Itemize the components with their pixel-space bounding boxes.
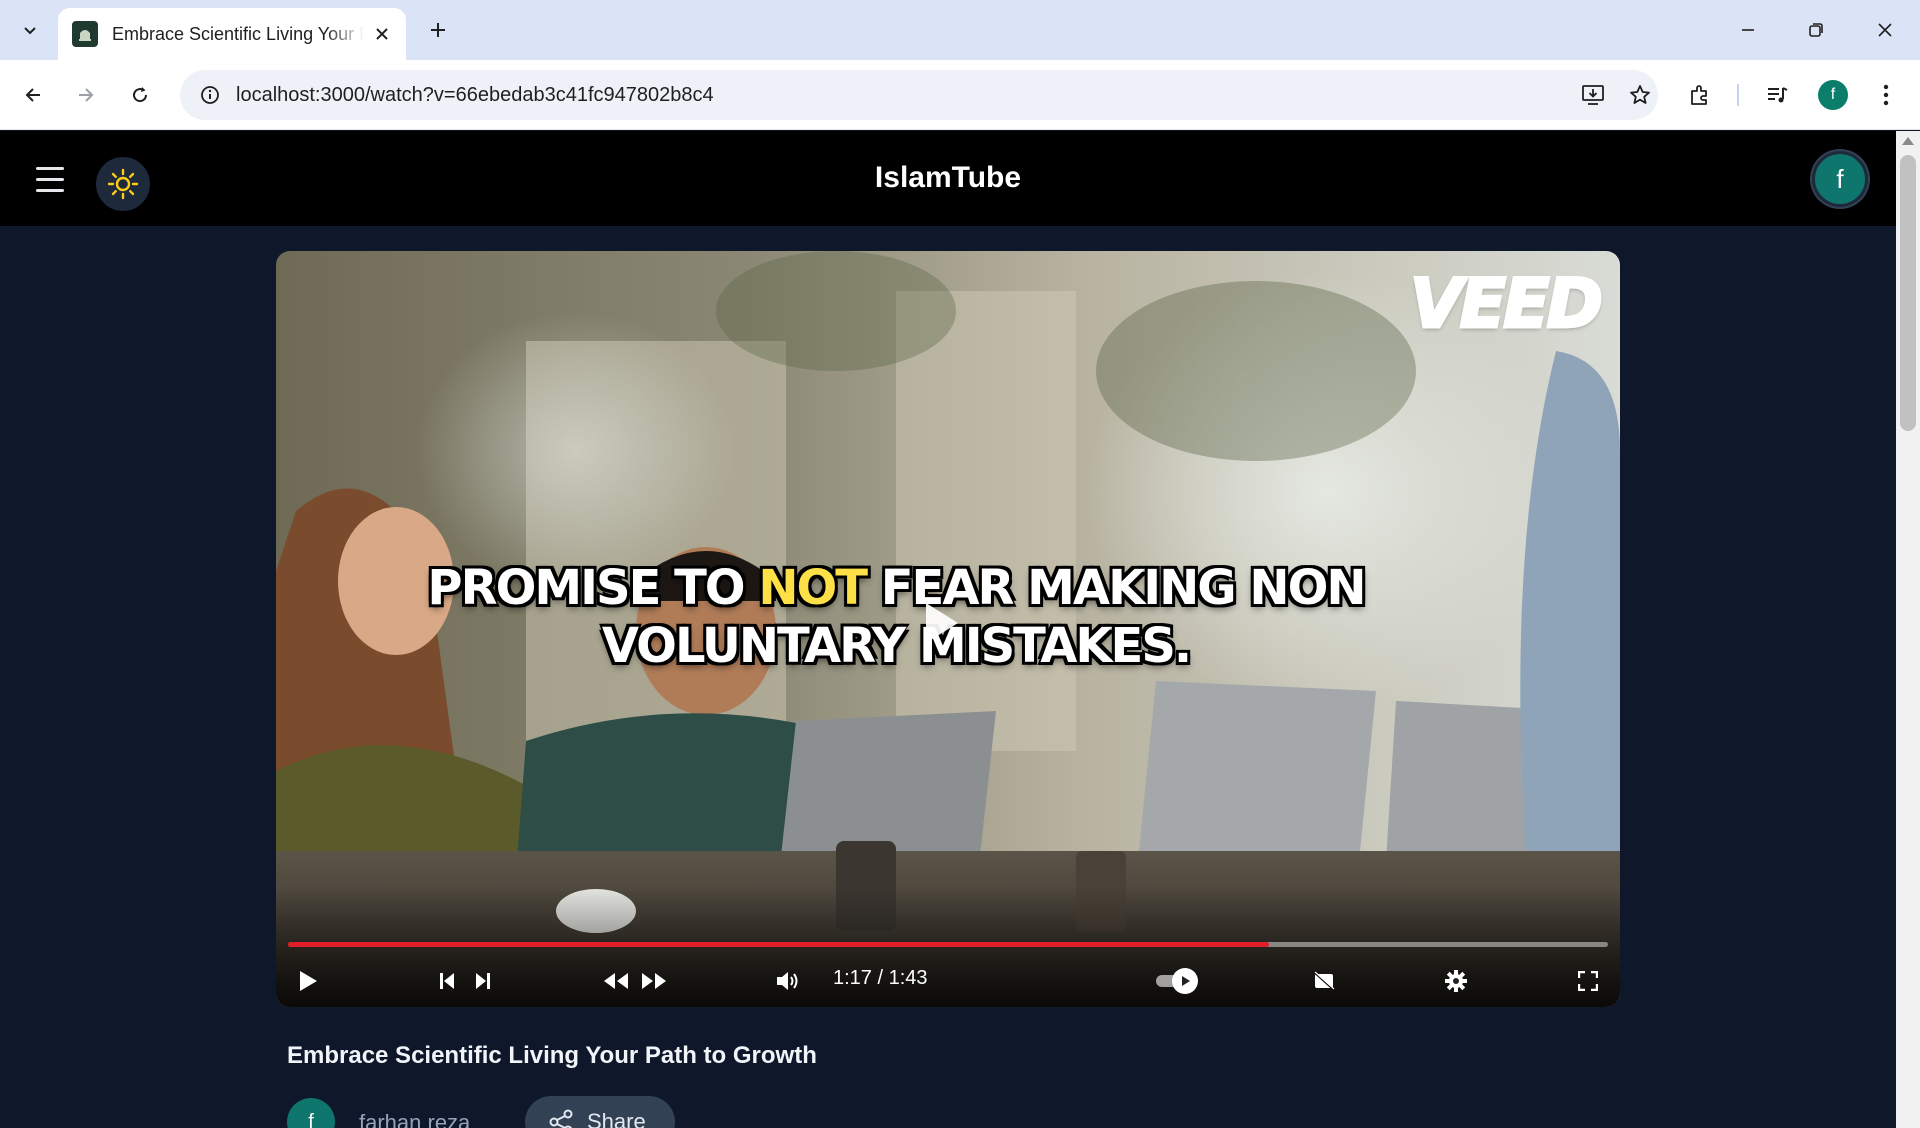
browser-toolbar: localhost:3000/watch?v=66ebedab3c41fc947… <box>0 60 1920 130</box>
autoplay-play-icon <box>1172 968 1198 994</box>
captions-off-icon[interactable] <box>1306 963 1342 999</box>
rewind-icon[interactable] <box>599 963 633 999</box>
reload-icon[interactable] <box>120 75 160 115</box>
progress-bar[interactable] <box>288 942 1608 947</box>
profile-button[interactable]: f <box>1813 75 1853 115</box>
star-icon[interactable] <box>1622 77 1658 113</box>
previous-track-icon[interactable] <box>432 963 462 999</box>
progress-played <box>288 942 1269 947</box>
center-play-icon[interactable] <box>926 603 958 643</box>
page-scrollbar[interactable] <box>1896 131 1920 1128</box>
close-window-icon[interactable] <box>1863 10 1907 50</box>
video-title: Embrace Scientific Living Your Path to G… <box>287 1042 817 1069</box>
fast-forward-icon[interactable] <box>637 963 671 999</box>
caption-text-1: PROMISE TO <box>427 560 759 616</box>
time-display: 1:17 / 1:43 <box>833 967 928 989</box>
autoplay-toggle[interactable] <box>1156 966 1202 996</box>
next-track-icon[interactable] <box>468 963 498 999</box>
channel-name[interactable]: farhan reza <box>359 1110 470 1128</box>
share-label: Share <box>587 1109 646 1128</box>
tab-list-icon[interactable] <box>12 12 48 48</box>
caption-highlight: NOT <box>758 560 868 616</box>
play-icon[interactable] <box>292 963 324 999</box>
tab-title: Embrace Scientific Living Your Path to G… <box>112 23 364 44</box>
profile-avatar: f <box>1818 80 1848 110</box>
app-header: IslamTube f <box>0 131 1896 226</box>
browser-tab[interactable]: Embrace Scientific Living Your Path to G… <box>58 8 406 60</box>
settings-gear-icon[interactable] <box>1438 963 1474 999</box>
share-button[interactable]: Share <box>525 1096 675 1128</box>
plus-icon[interactable] <box>420 12 456 48</box>
restore-icon[interactable] <box>1794 10 1838 50</box>
back-icon[interactable] <box>13 75 53 115</box>
site-info-icon[interactable] <box>192 77 228 113</box>
video-caption: PROMISE TO NOT FEAR MAKING NON VOLUNTARY… <box>396 559 1396 675</box>
media-queue-icon[interactable] <box>1757 75 1797 115</box>
address-bar[interactable]: localhost:3000/watch?v=66ebedab3c41fc947… <box>180 70 1658 120</box>
browser-tabbar: Embrace Scientific Living Your Path to G… <box>0 0 1920 60</box>
install-app-icon[interactable] <box>1575 77 1611 113</box>
channel-avatar[interactable]: f <box>287 1098 335 1128</box>
volume-icon[interactable] <box>770 963 806 999</box>
islamtube-favicon-icon <box>72 21 98 47</box>
app-brand-title[interactable]: IslamTube <box>0 161 1896 195</box>
kebab-menu-icon[interactable] <box>1866 75 1906 115</box>
toolbar-separator <box>1737 84 1739 106</box>
fullscreen-icon[interactable] <box>1570 963 1606 999</box>
minimize-icon[interactable] <box>1726 10 1770 50</box>
url-text[interactable]: localhost:3000/watch?v=66ebedab3c41fc947… <box>236 84 714 107</box>
veed-watermark: VEED <box>1409 264 1605 346</box>
video-player[interactable]: VEED PROMISE TO NOT FEAR MAKING NON VOLU… <box>276 251 1620 1007</box>
close-icon[interactable] <box>370 22 394 46</box>
scroll-up-arrow-icon[interactable] <box>1902 137 1914 145</box>
user-avatar-button[interactable]: f <box>1812 151 1868 207</box>
forward-icon[interactable] <box>66 75 106 115</box>
share-icon <box>549 1109 573 1128</box>
extensions-icon[interactable] <box>1680 75 1720 115</box>
scrollbar-thumb[interactable] <box>1900 155 1916 431</box>
